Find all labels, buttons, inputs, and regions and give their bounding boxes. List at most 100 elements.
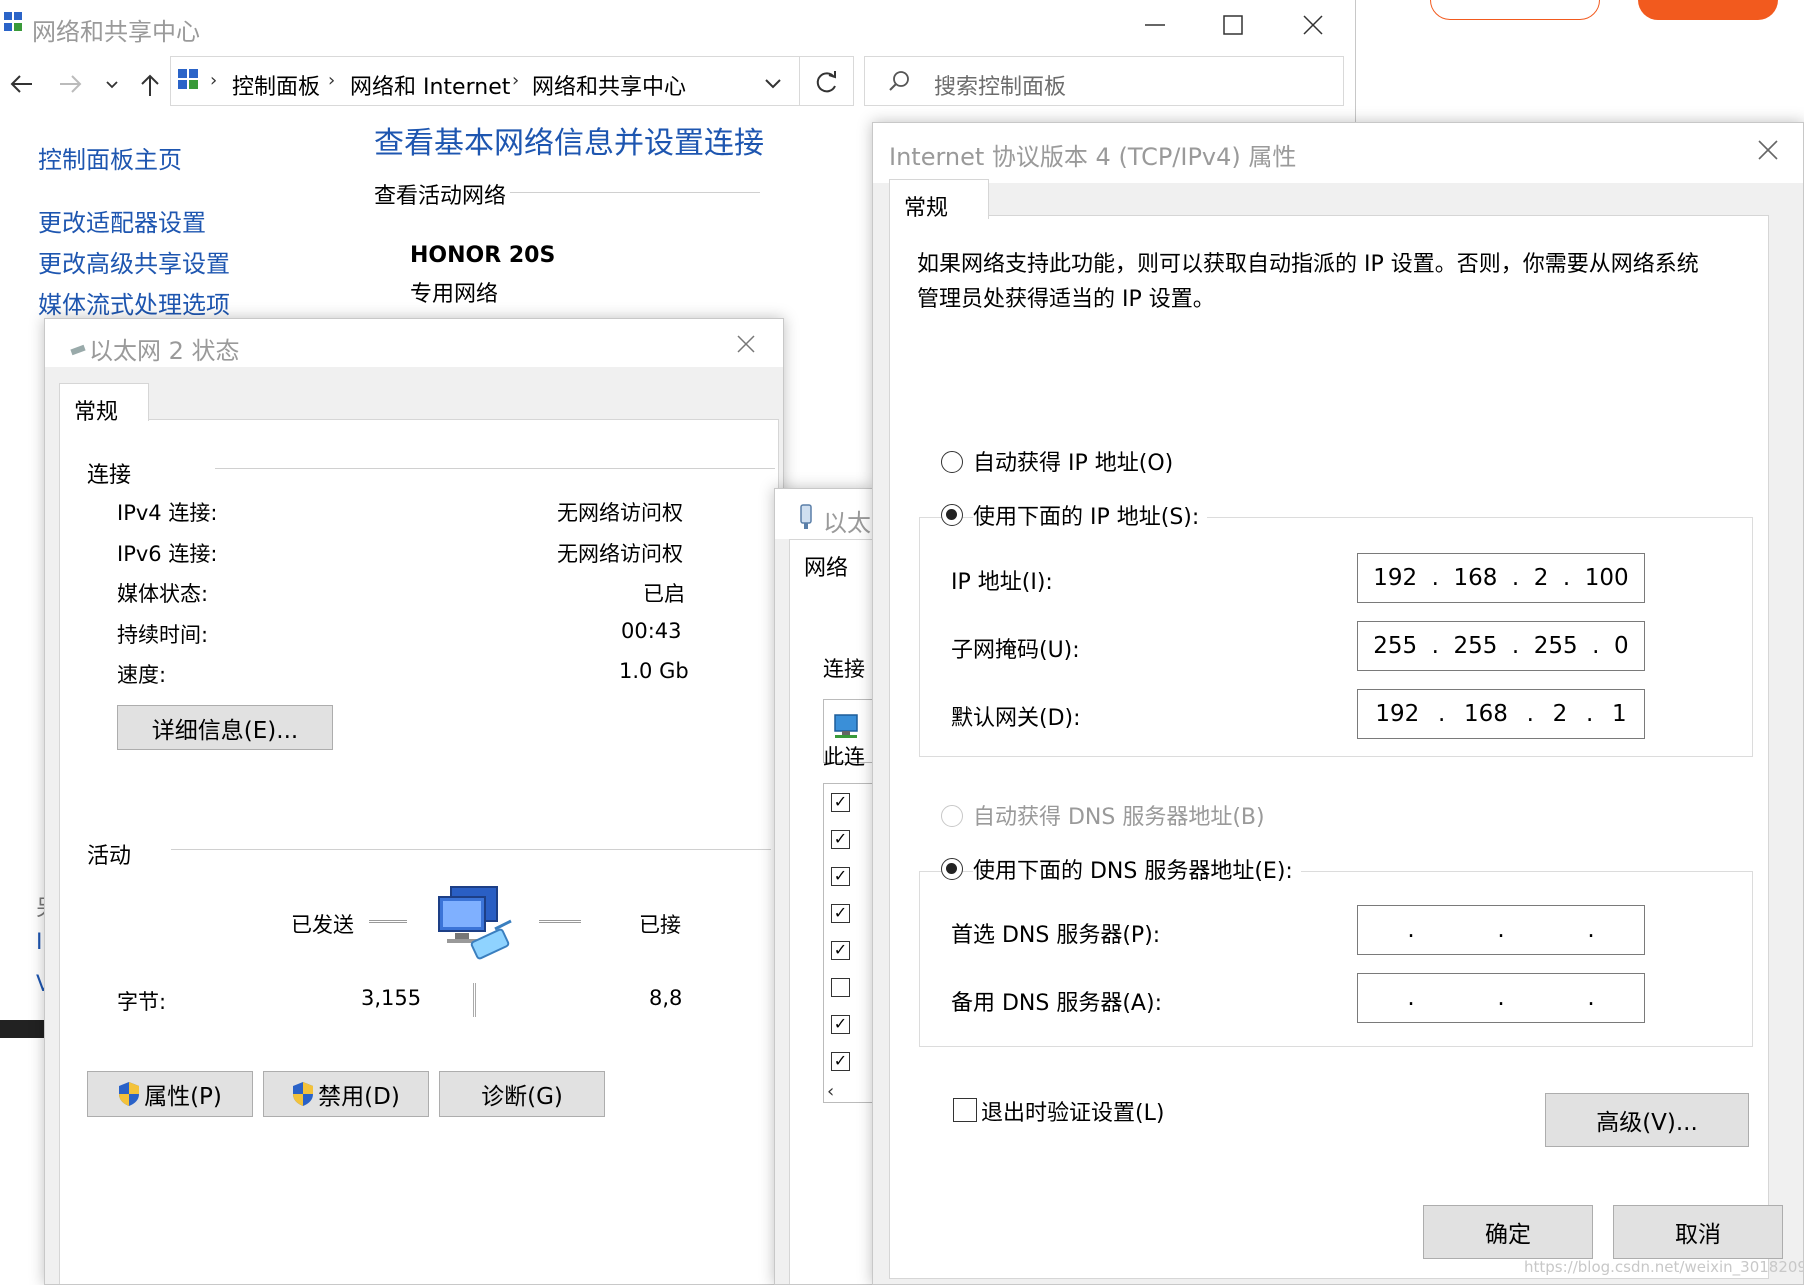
maximize-button[interactable] — [1218, 10, 1248, 40]
back-arrow-icon[interactable] — [8, 70, 36, 98]
subnet-mask-input[interactable]: 255. 255. 255. 0 — [1357, 621, 1645, 671]
component-checkbox[interactable]: ✓ — [831, 1052, 850, 1071]
octet-dot: . — [1497, 917, 1505, 943]
default-gateway-input[interactable]: 192. 168. 2. 1 — [1357, 689, 1645, 739]
sent-label: 已发送 — [291, 913, 354, 937]
preferred-dns-label: 首选 DNS 服务器(P): — [951, 923, 1161, 948]
component-checkbox[interactable] — [831, 978, 850, 997]
description-text: 如果网络支持此功能，则可以获取自动指派的 IP 设置。否则，你需要从网络系统管理… — [917, 252, 1699, 312]
recent-dropdown-icon[interactable] — [102, 74, 122, 94]
ethernet-icon — [69, 341, 89, 357]
tab-general[interactable]: 常规 — [889, 179, 989, 221]
breadcrumb-sharing-center[interactable]: 网络和共享中心 — [532, 69, 686, 101]
auto-ip-label: 自动获得 IP 地址(O) — [973, 451, 1174, 476]
octet-dot: . — [1587, 985, 1595, 1011]
bytes-label: 字节: — [117, 990, 167, 1014]
component-checkbox[interactable]: ✓ — [831, 793, 850, 812]
dialog-title-partial: 以太 — [823, 509, 871, 537]
media-state-label: 媒体状态: — [117, 582, 209, 606]
octet-dot: . — [1407, 917, 1415, 943]
close-icon[interactable] — [733, 331, 759, 357]
ip-octet: 100 — [1584, 565, 1629, 591]
ipv4-connectivity-label: IPv4 连接: — [117, 501, 218, 525]
gateway-octet: 192 — [1375, 701, 1420, 727]
sidebar-fragment: I — [36, 930, 43, 955]
subnet-mask-label: 子网掩码(U): — [951, 638, 1080, 663]
default-gateway-label: 默认网关(D): — [951, 706, 1081, 731]
adapter-icon — [797, 503, 815, 531]
ip-address-input[interactable]: 192. 168. 2. 100 — [1357, 553, 1645, 603]
minimize-button[interactable] — [1140, 10, 1170, 40]
sidebar-home-link[interactable]: 控制面板主页 — [38, 140, 182, 175]
auto-dns-label: 自动获得 DNS 服务器地址(B) — [973, 805, 1265, 830]
octet-dot: . — [1511, 565, 1520, 591]
ok-button[interactable]: 确定 — [1423, 1205, 1593, 1259]
manual-dns-label: 使用下面的 DNS 服务器地址(E): — [973, 853, 1301, 885]
breadcrumb-separator-icon: › — [512, 70, 520, 91]
network-type: 专用网络 — [410, 282, 499, 307]
ipv6-connectivity-label: IPv6 连接: — [117, 542, 218, 566]
this-connection-label: 此连 — [823, 745, 865, 769]
scroll-left-icon[interactable]: ‹ — [827, 1081, 851, 1102]
auto-ip-radio[interactable] — [941, 451, 963, 473]
app-icon — [2, 10, 26, 36]
ipv4-connectivity-value: 无网络访问权 — [557, 501, 683, 525]
refresh-button[interactable] — [800, 56, 854, 106]
component-checkbox[interactable]: ✓ — [831, 1015, 850, 1034]
ipv6-connectivity-value: 无网络访问权 — [557, 542, 683, 566]
validate-on-exit-label: 退出时验证设置(L) — [981, 1101, 1165, 1126]
bytes-divider — [473, 983, 476, 1017]
close-button[interactable] — [1298, 10, 1328, 40]
component-checkbox[interactable]: ✓ — [831, 904, 850, 923]
component-checkbox[interactable]: ✓ — [831, 830, 850, 849]
ip-address-label: IP 地址(I): — [951, 570, 1053, 595]
cancel-button[interactable]: 取消 — [1613, 1205, 1783, 1259]
octet-dot: . — [1431, 633, 1439, 659]
manual-dns-radio[interactable] — [941, 858, 963, 880]
details-button[interactable]: 详细信息(E)... — [117, 705, 333, 750]
active-networks-label: 查看活动网络 — [374, 184, 507, 209]
sidebar-item-adapter-settings[interactable]: 更改适配器设置 — [38, 203, 206, 238]
up-arrow-icon[interactable] — [136, 70, 164, 98]
ipv4-properties-dialog: Internet 协议版本 4 (TCP/IPv4) 属性 常规 如果网络支持此… — [872, 122, 1804, 1285]
ethernet-properties-dialog: 以太 网络 连接 此连 ✓ ✓ ✓ ✓ ✓ ✓ ✓ ‹ — [774, 488, 874, 1285]
alternate-dns-input[interactable]: ... — [1357, 973, 1645, 1023]
breadcrumb-control-panel[interactable]: 控制面板 — [232, 69, 320, 101]
page-heading: 查看基本网络信息并设置连接 — [374, 126, 764, 161]
octet-dot: . — [1437, 701, 1446, 727]
disable-label: 禁用(D) — [318, 1084, 400, 1110]
uac-shield-icon — [118, 1081, 140, 1107]
auto-dns-radio[interactable] — [941, 805, 963, 827]
properties-label: 属性(P) — [144, 1084, 222, 1110]
advanced-button[interactable]: 高级(V)... — [1545, 1093, 1749, 1147]
octet-dot: . — [1431, 565, 1439, 591]
properties-button[interactable]: 属性(P) — [87, 1071, 253, 1117]
disable-button[interactable]: 禁用(D) — [263, 1071, 429, 1117]
left-black-strip — [0, 1020, 44, 1038]
close-icon[interactable] — [1753, 135, 1783, 165]
preferred-dns-input[interactable]: ... — [1357, 905, 1645, 955]
component-checkbox[interactable]: ✓ — [831, 941, 850, 960]
validate-on-exit-checkbox[interactable] — [953, 1098, 977, 1122]
breadcrumb-network-internet[interactable]: 网络和 Internet — [350, 69, 510, 101]
subnet-octet: 0 — [1614, 633, 1629, 659]
search-placeholder: 搜索控制面板 — [934, 75, 1067, 100]
duration-value: 00:43 — [621, 619, 682, 643]
speed-label: 速度: — [117, 663, 167, 687]
component-checkbox[interactable]: ✓ — [831, 867, 850, 886]
breadcrumb-separator-icon: › — [210, 70, 218, 91]
ethernet-status-dialog: 以太网 2 状态 常规 连接 IPv4 连接: 无网络访问权 IPv6 连接: … — [44, 318, 784, 1285]
address-control-panel-icon — [176, 66, 202, 92]
ip-octet: 2 — [1533, 565, 1549, 591]
manual-ip-radio[interactable] — [941, 504, 963, 526]
address-dropdown-icon[interactable] — [762, 72, 784, 94]
watermark: https://blog.csdn.net/weixin_30182095 — [1524, 1258, 1804, 1276]
tab-networking[interactable]: 网络 — [789, 539, 873, 581]
tab-general[interactable]: 常规 — [59, 383, 149, 425]
diagnose-button[interactable]: 诊断(G) — [439, 1071, 605, 1117]
ip-octet: 192 — [1373, 565, 1418, 591]
gateway-octet: 1 — [1611, 701, 1627, 727]
sidebar-item-advanced-sharing[interactable]: 更改高级共享设置 — [38, 244, 230, 279]
sidebar-item-media-streaming[interactable]: 媒体流式处理选项 — [38, 285, 230, 320]
forward-arrow-icon[interactable] — [56, 70, 84, 98]
